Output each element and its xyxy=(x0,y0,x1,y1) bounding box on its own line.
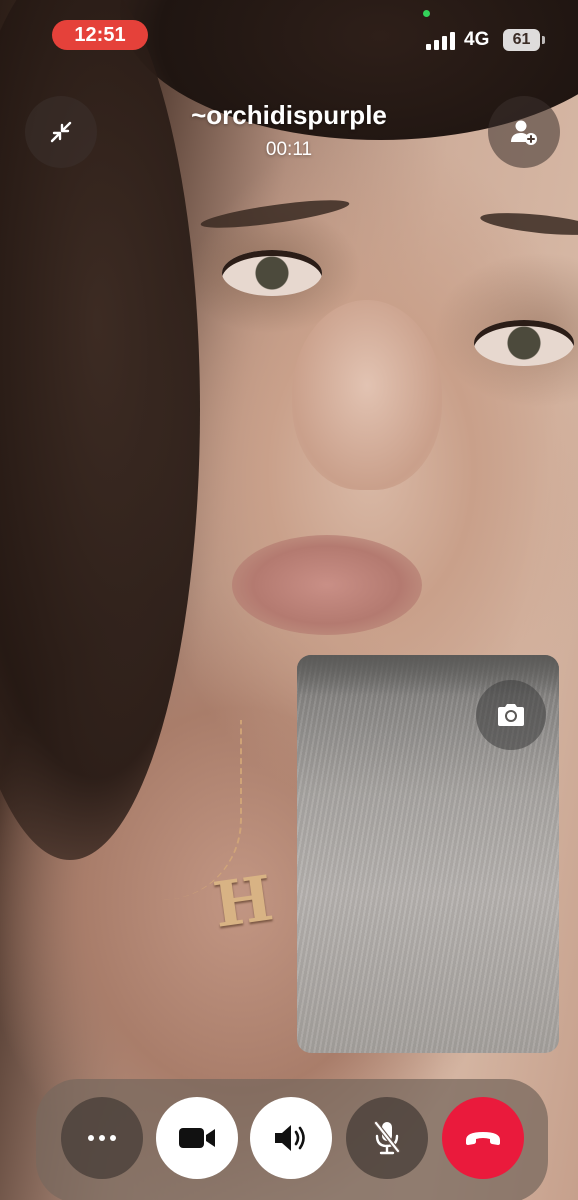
remote-video-brow xyxy=(199,194,351,234)
microphone-off-icon xyxy=(373,1120,401,1155)
network-type: 4G xyxy=(464,29,490,50)
video-camera-icon xyxy=(179,1128,215,1148)
add-participant-button[interactable] xyxy=(488,96,560,168)
more-options-button[interactable] xyxy=(61,1097,143,1179)
status-bar: 12:51 4G 61 xyxy=(0,0,578,72)
status-time[interactable]: 12:51 xyxy=(52,20,148,50)
speaker-toggle-button[interactable] xyxy=(250,1097,332,1179)
camera-icon xyxy=(498,704,524,726)
end-call-button[interactable] xyxy=(442,1097,524,1179)
remote-video-pendant: H xyxy=(209,861,278,942)
remote-video-eye xyxy=(222,250,322,296)
signal-strength-icon xyxy=(426,30,458,50)
battery-indicator: 61 xyxy=(503,29,545,51)
remote-video-nose xyxy=(292,300,442,490)
mute-toggle-button[interactable] xyxy=(346,1097,428,1179)
add-person-icon xyxy=(511,120,537,145)
end-call-icon xyxy=(466,1132,500,1145)
video-call-screen: H 12:51 4G 61 ~orchidispurple 00:11 xyxy=(0,0,578,1200)
remote-video-eye xyxy=(474,320,574,366)
speaker-icon xyxy=(275,1125,305,1151)
remote-video-lips xyxy=(232,535,422,635)
flip-camera-button[interactable] xyxy=(476,680,546,750)
more-icon xyxy=(88,1135,116,1141)
remote-video-brow xyxy=(479,208,578,240)
video-toggle-button[interactable] xyxy=(156,1097,238,1179)
privacy-indicator-dot xyxy=(423,10,430,17)
